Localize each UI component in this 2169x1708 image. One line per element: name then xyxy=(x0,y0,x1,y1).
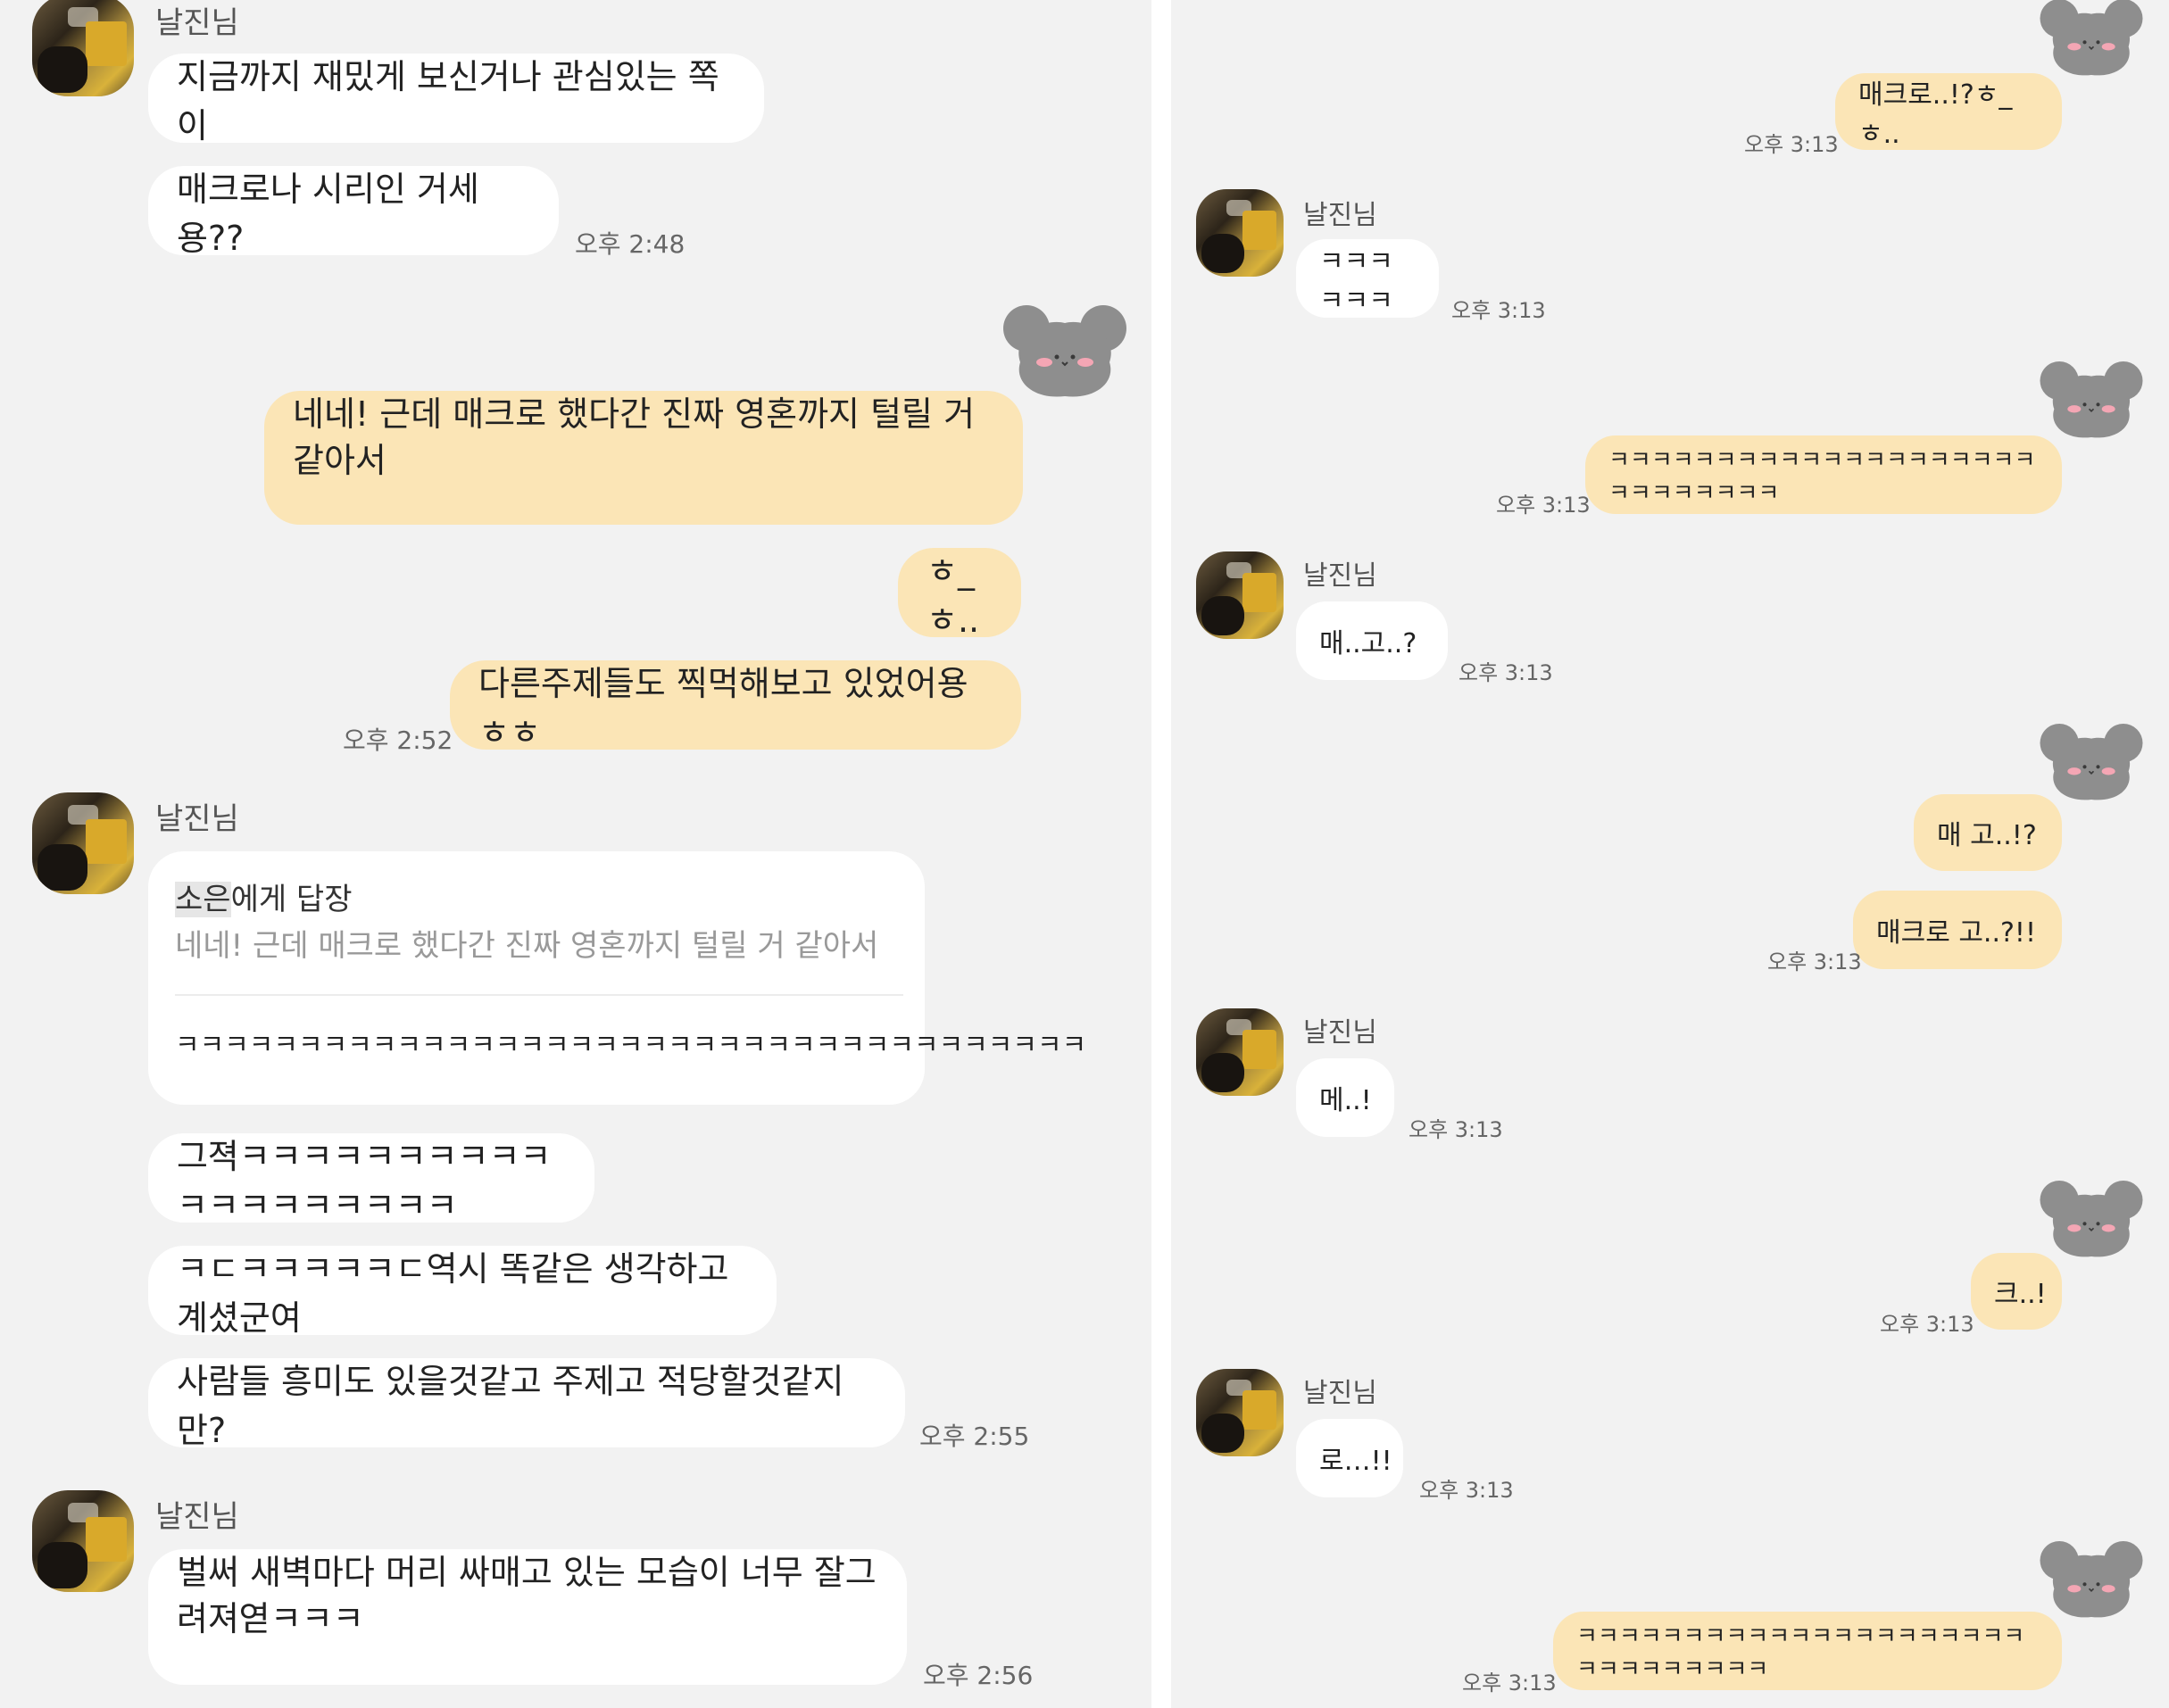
message-bubble-incoming[interactable]: 사람들 흥미도 있을것같고 주제고 적당할것같지만? xyxy=(148,1358,905,1450)
reply-message-card[interactable]: 소은에게 답장 네네! 근데 매크로 했다간 진짜 영혼까지 털릴 거 같아서 … xyxy=(148,851,1086,1105)
sender-name: 날진님 xyxy=(155,801,239,837)
chat-panel-right[interactable]: 매크로..!?ㅎ_ㅎ.. 오후 3:13 날진님 ㅋㅋㅋㅋㅋㅋ 오후 3:13 … xyxy=(1171,0,2169,1708)
sender-name: 날진님 xyxy=(1303,560,1377,592)
message-bubble-incoming[interactable]: 로…!! xyxy=(1296,1419,1403,1497)
message-bubble-outgoing[interactable]: ㅋㅋㅋㅋㅋㅋㅋㅋㅋㅋㅋㅋㅋㅋㅋㅋㅋㅋㅋㅋㅋㅋㅋㅋㅋㅋㅋㅋㅋㅋ xyxy=(1553,1612,2062,1690)
reply-body-text: ㅋㅋㅋㅋㅋㅋㅋㅋㅋㅋㅋㅋㅋㅋㅋㅋㅋㅋㅋㅋㅋㅋㅋㅋㅋㅋㅋㅋㅋㅋㅋㅋㅋㅋㅋㅋㅋ xyxy=(175,1030,1087,1061)
message-bubble-outgoing[interactable]: 매 고..!? xyxy=(1914,794,2062,871)
message-bubble-incoming[interactable]: 매크로나 시리인 거세용?? xyxy=(148,166,559,258)
sender-avatar[interactable] xyxy=(1196,1369,1284,1456)
message-bubble-incoming[interactable]: 메..! xyxy=(1296,1058,1394,1137)
bear-profile-icon[interactable] xyxy=(2035,1176,2148,1269)
sender-name: 날진님 xyxy=(1303,1378,1377,1409)
chat-panel-left[interactable]: 날진님 지금까지 재밌게 보신거나 관심있는 쪽이 매크로나 시리인 거세용??… xyxy=(0,0,1151,1708)
reply-header: 소은에게 답장 xyxy=(175,882,353,917)
message-time: 오후 2:52 xyxy=(343,725,453,755)
message-time: 오후 2:55 xyxy=(919,1422,1030,1451)
message-time: 오후 3:13 xyxy=(1462,1671,1557,1696)
message-bubble-incoming[interactable]: ㅋㄷㅋㅋㅋㅋㅋㄷ역시 똑같은 생각하고 계셨군여 xyxy=(148,1246,777,1338)
message-bubble-incoming[interactable]: 벌써 새벽마다 머리 싸매고 있는 모습이 너무 잘그려져엳ㅋㅋㅋ xyxy=(148,1549,907,1685)
sender-avatar[interactable] xyxy=(1196,189,1284,277)
message-time: 오후 3:13 xyxy=(1880,1312,1974,1337)
sender-avatar[interactable] xyxy=(32,0,134,96)
bear-profile-icon[interactable] xyxy=(2035,0,2148,87)
reply-quoted-text: 네네! 근데 매크로 했다간 진짜 영혼까지 털릴 거 같아서 xyxy=(175,928,879,964)
message-bubble-outgoing[interactable]: 네네! 근데 매크로 했다간 진짜 영혼까지 털릴 거 같아서 xyxy=(264,391,1023,525)
message-time: 오후 3:13 xyxy=(1767,949,1862,974)
sender-name: 날진님 xyxy=(1303,1017,1377,1049)
message-bubble-outgoing[interactable]: 매크로..!?ㅎ_ㅎ.. xyxy=(1835,73,2062,150)
message-bubble-outgoing[interactable]: ㅎ_ㅎ.. xyxy=(898,548,1021,640)
message-time: 오후 2:48 xyxy=(575,229,686,259)
sender-avatar[interactable] xyxy=(32,1490,134,1592)
reply-divider xyxy=(175,994,903,996)
message-time: 오후 3:13 xyxy=(1744,132,1839,157)
bear-profile-icon[interactable] xyxy=(2035,357,2148,450)
message-time: 오후 3:13 xyxy=(1458,660,1553,685)
message-bubble-outgoing[interactable]: ㅋㅋㅋㅋㅋㅋㅋㅋㅋㅋㅋㅋㅋㅋㅋㅋㅋㅋㅋㅋㅋㅋㅋㅋㅋㅋㅋㅋ xyxy=(1585,435,2062,514)
message-time: 오후 3:13 xyxy=(1496,493,1591,518)
bear-profile-icon[interactable] xyxy=(2035,1537,2148,1629)
message-bubble-incoming[interactable]: ㅋㅋㅋㅋㅋㅋ xyxy=(1296,239,1439,318)
message-bubble-outgoing[interactable]: 매크로 고..?!! xyxy=(1853,891,2062,969)
message-bubble-incoming[interactable]: 매..고..? xyxy=(1296,601,1448,680)
bear-profile-icon[interactable] xyxy=(998,300,1132,410)
message-bubble-incoming[interactable]: 지금까지 재밌게 보신거나 관심있는 쪽이 xyxy=(148,54,764,145)
message-time: 오후 3:13 xyxy=(1451,298,1546,323)
message-bubble-outgoing[interactable]: 크..! xyxy=(1971,1253,2062,1330)
sender-name: 날진님 xyxy=(155,1499,239,1535)
sender-avatar[interactable] xyxy=(32,792,134,894)
message-bubble-outgoing[interactable]: 다른주제들도 찍먹해보고 있었어용ㅎㅎ xyxy=(450,660,1021,752)
sender-avatar[interactable] xyxy=(1196,1008,1284,1096)
message-bubble-incoming[interactable]: 그젹ㅋㅋㅋㅋㅋㅋㅋㅋㅋㅋㅋㅋㅋㅋㅋㅋㅋㅋㅋ xyxy=(148,1133,594,1225)
sender-name: 날진님 xyxy=(155,5,239,41)
message-time: 오후 3:13 xyxy=(1419,1478,1514,1503)
sender-name: 날진님 xyxy=(1303,200,1377,231)
bear-profile-icon[interactable] xyxy=(2035,719,2148,812)
sender-avatar[interactable] xyxy=(1196,551,1284,639)
message-time: 오후 2:56 xyxy=(923,1661,1034,1690)
message-time: 오후 3:13 xyxy=(1409,1117,1503,1142)
